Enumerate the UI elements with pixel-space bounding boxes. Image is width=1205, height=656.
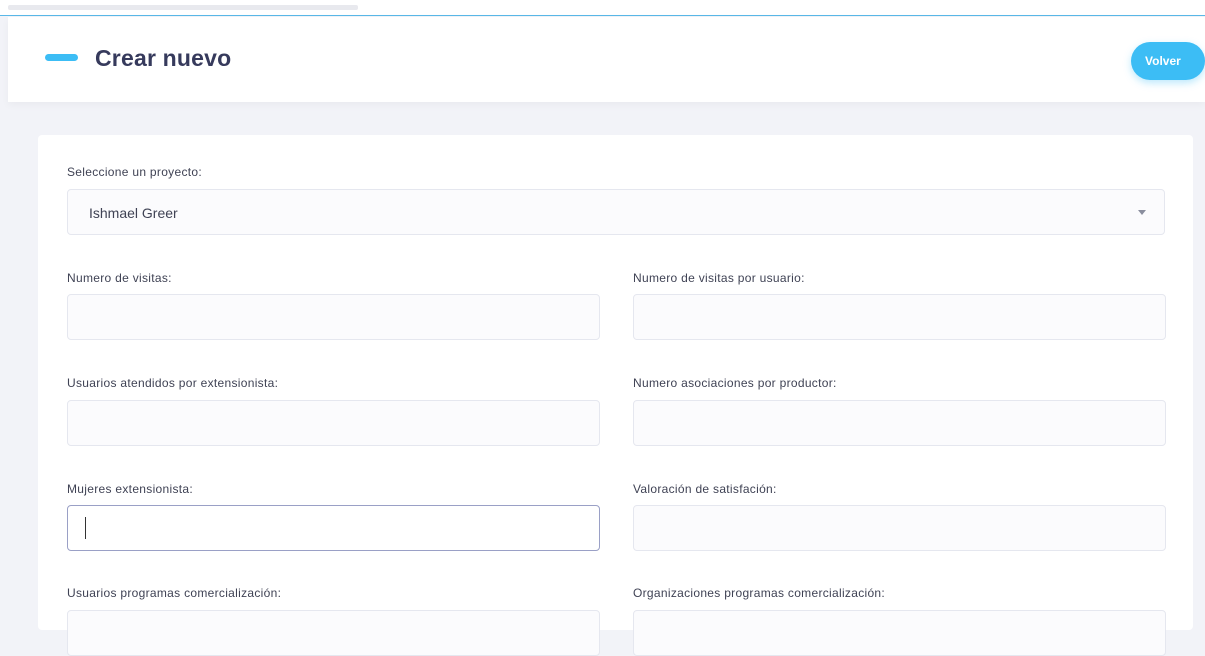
back-button[interactable]: Volver xyxy=(1131,42,1205,80)
title-accent-bar xyxy=(45,54,78,61)
page-title: Crear nuevo xyxy=(95,45,232,71)
asociaciones-input[interactable] xyxy=(633,400,1166,446)
usuarios-atendidos-input[interactable] xyxy=(67,400,600,446)
field-label-usuarios-atendidos: Usuarios atendidos por extensionista: xyxy=(67,376,279,390)
field-label-visitas-por-usuario: Numero de visitas por usuario: xyxy=(633,271,805,285)
top-loading-strip xyxy=(0,0,1205,16)
visitas-input[interactable] xyxy=(67,294,600,340)
text-caret xyxy=(85,517,86,539)
field-label-mujeres: Mujeres extensionista: xyxy=(67,482,193,496)
project-select-value: Ishmael Greer xyxy=(89,205,178,221)
form-card: Seleccione un proyecto: Ishmael Greer Nu… xyxy=(38,135,1193,656)
project-label: Seleccione un proyecto: xyxy=(67,165,202,179)
field-label-organizaciones-comercializacion: Organizaciones programas comercializació… xyxy=(633,586,886,600)
field-label-visitas: Numero de visitas: xyxy=(67,271,172,285)
field-label-usuarios-comercializacion: Usuarios programas comercialización: xyxy=(67,586,282,600)
field-label-satisfaccion: Valoración de satisfación: xyxy=(633,482,777,496)
usuarios-comercializacion-input[interactable] xyxy=(67,610,600,656)
visitas-por-usuario-input[interactable] xyxy=(633,294,1166,340)
loading-bar xyxy=(8,5,358,10)
project-select[interactable]: Ishmael Greer xyxy=(67,189,1165,235)
chevron-down-icon xyxy=(1138,210,1146,215)
mujeres-extensionista-input[interactable] xyxy=(67,505,600,551)
page-header: Crear nuevo xyxy=(8,17,1205,102)
satisfaccion-input[interactable] xyxy=(633,505,1166,551)
organizaciones-comercializacion-input[interactable] xyxy=(633,610,1166,656)
field-label-asociaciones: Numero asociaciones por productor: xyxy=(633,376,837,390)
